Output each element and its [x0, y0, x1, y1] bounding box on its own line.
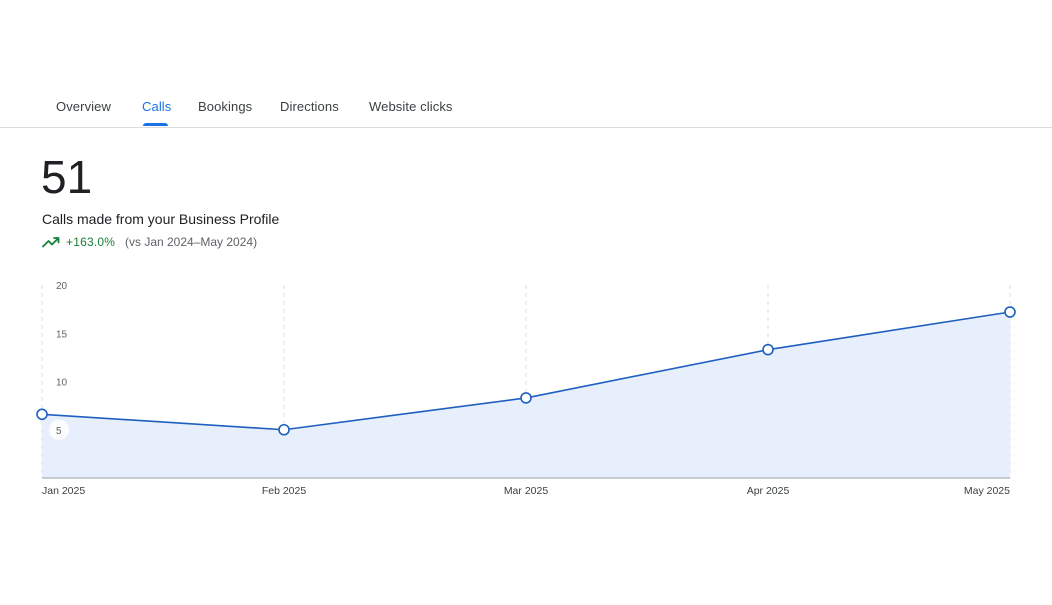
y-tick-label: 20 — [56, 281, 68, 292]
x-tick-label: Apr 2025 — [747, 485, 790, 497]
data-point — [1004, 306, 1016, 318]
x-tick-label: Feb 2025 — [262, 485, 307, 497]
x-tick-label: Jan 2025 — [42, 485, 85, 497]
x-tick-label: Mar 2025 — [504, 485, 549, 497]
data-point — [520, 392, 532, 404]
y-tick-label: 5 — [56, 426, 62, 437]
x-tick-label: May 2025 — [964, 485, 1010, 497]
data-point — [278, 423, 290, 436]
data-point — [762, 343, 774, 356]
data-point — [36, 408, 48, 421]
y-tick-label: 10 — [56, 378, 68, 389]
calls-area-chart: 5 10 15 20 Jan 2025 Feb 2025 Mar 2025 Apr 2025 M… — [36, 281, 1016, 497]
y-tick-label: 15 — [56, 329, 68, 340]
